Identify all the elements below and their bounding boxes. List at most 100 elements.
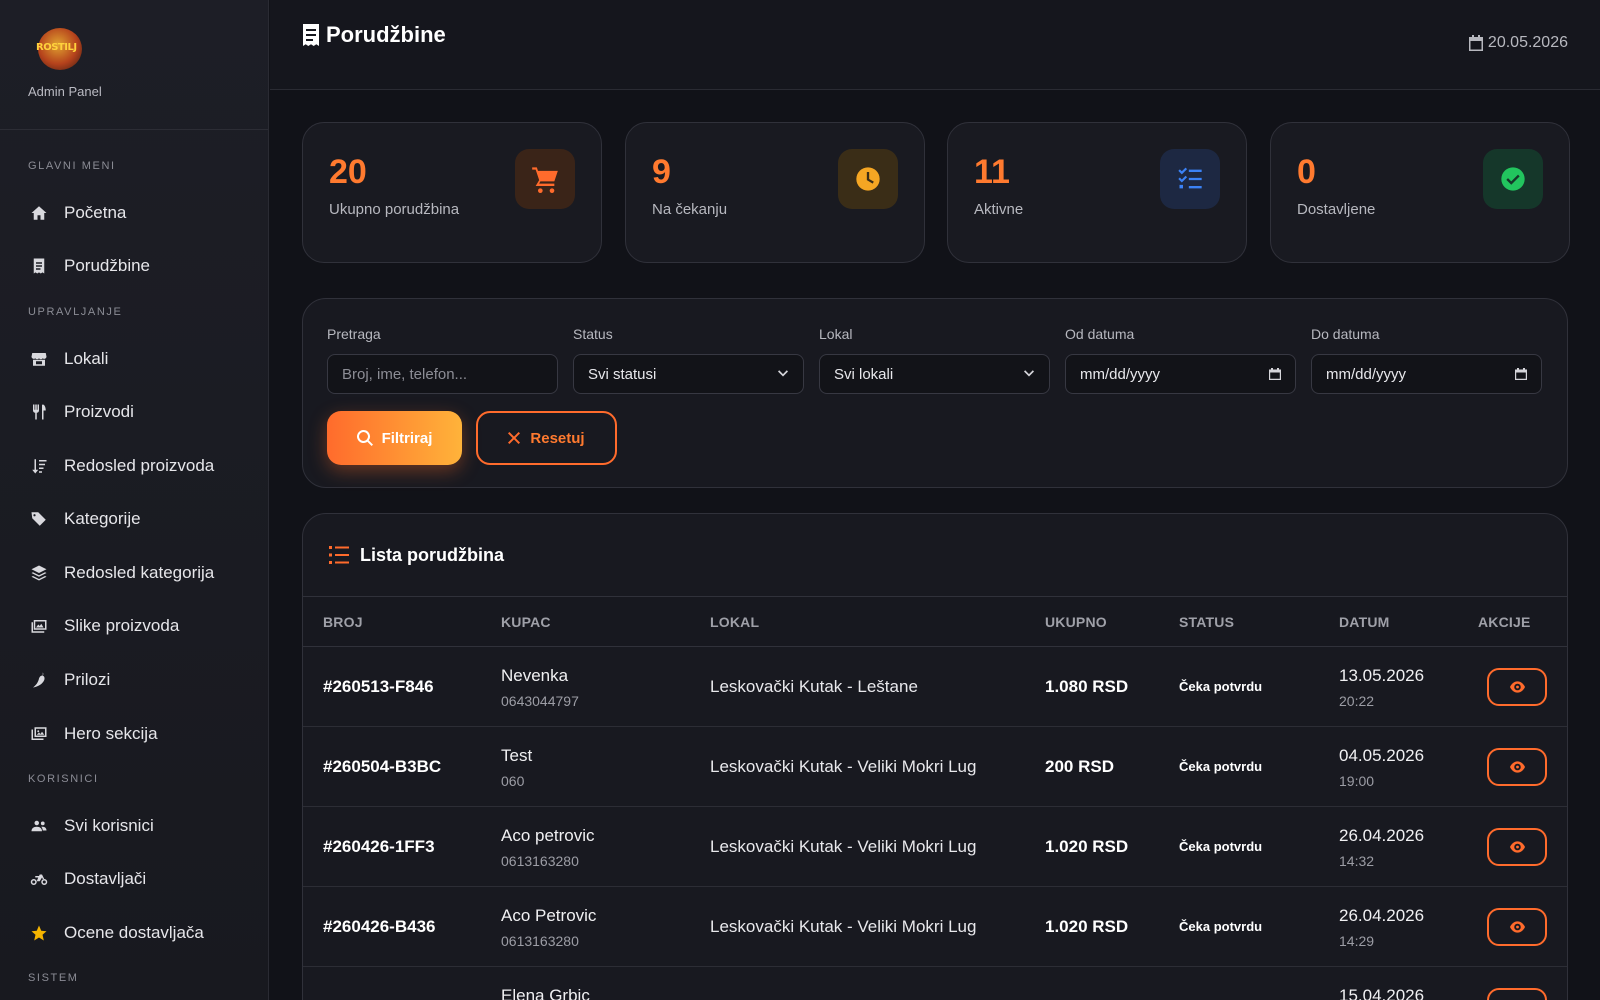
page-title-text: Porudžbine (326, 22, 446, 47)
column-header-datum[interactable]: DATUM (1339, 614, 1390, 630)
location-select[interactable]: Svi lokali (819, 354, 1050, 394)
filter-button[interactable]: Filtriraj (327, 411, 462, 465)
reset-button[interactable]: Resetuj (476, 411, 617, 465)
order-date: 15.04.2026 (1339, 986, 1425, 1000)
status-label: Status (573, 326, 613, 342)
nav-section-users: KORISNICI (28, 773, 99, 785)
list-check-icon (1160, 149, 1220, 209)
customer-phone: 0643044797 (501, 693, 579, 709)
receipt-icon (28, 255, 50, 277)
order-number: #260504-B3BC (323, 757, 442, 776)
order-location: Leskovački Kutak - Leštane (710, 677, 918, 696)
page-title: Porudžbine (302, 22, 446, 48)
topbar: Porudžbine 20.05.2026 (270, 0, 1600, 90)
stat-value: 11 (974, 153, 1010, 191)
sidebar-item-porudzbine[interactable]: Porudžbine (28, 251, 150, 281)
column-header-kupac[interactable]: KUPAC (501, 614, 551, 630)
table-row[interactable]: #260426-B436 Aco Petrovic 0613163280 Les… (303, 887, 1567, 967)
search-input[interactable]: Broj, ime, telefon... (327, 354, 558, 394)
date-to-label: Do datuma (1311, 326, 1380, 342)
sidebar-item-kategorije[interactable]: Kategorije (28, 504, 141, 534)
order-number: #260513-F846 (323, 677, 434, 696)
location-select-value: Svi lokali (834, 365, 894, 383)
calendar-icon (1468, 35, 1483, 51)
current-date: 20.05.2026 (1468, 34, 1568, 52)
logo[interactable]: ROSTILJ (36, 28, 82, 70)
status-group: Status Svi statusi (573, 326, 804, 394)
layers-icon (28, 562, 50, 584)
customer-name: Aco Petrovic (501, 906, 597, 925)
search-placeholder: Broj, ime, telefon... (342, 365, 468, 383)
sidebar-item-hero-sekcija[interactable]: Hero sekcija (28, 719, 158, 749)
search-icon (356, 430, 373, 446)
store-icon (28, 348, 50, 370)
stat-card-total: 20 Ukupno porudžbina (302, 122, 602, 263)
table-row[interactable]: #260513-F846 Nevenka 0643044797 Leskovač… (303, 647, 1567, 727)
table-row[interactable]: Elena Grbic 15.04.2026 (303, 967, 1567, 1000)
nav-section-main: GLAVNI MENI (28, 160, 116, 172)
orders-panel: Lista porudžbina BROJ KUPAC LOKAL UKUPNO… (302, 513, 1568, 1000)
stat-label: Aktivne (974, 201, 1024, 218)
sidebar-item-proizvodi[interactable]: Proizvodi (28, 397, 134, 427)
view-order-button[interactable] (1487, 668, 1547, 706)
sidebar-item-prilozi[interactable]: Prilozi (28, 665, 110, 695)
view-order-button[interactable] (1487, 748, 1547, 786)
order-date: 04.05.2026 (1339, 746, 1425, 765)
sidebar-item-label: Redosled proizvoda (64, 456, 215, 475)
utensils-icon (28, 401, 50, 423)
date-from-group: Od datuma mm/dd/yyyy (1065, 326, 1296, 394)
view-order-button[interactable] (1487, 828, 1547, 866)
filter-button-label: Filtriraj (381, 429, 433, 447)
order-time: 20:22 (1339, 693, 1375, 709)
order-date: 26.04.2026 (1339, 906, 1425, 925)
date-from-label: Od datuma (1065, 326, 1135, 342)
stat-label: Na čekanju (652, 201, 728, 218)
sidebar-item-pocetna[interactable]: Početna (28, 198, 126, 228)
table-row[interactable]: #260504-B3BC Test 060 Leskovački Kutak -… (303, 727, 1567, 807)
order-number: #260426-1FF3 (323, 837, 435, 856)
status-select[interactable]: Svi statusi (573, 354, 804, 394)
customer-name: Nevenka (501, 666, 569, 685)
sidebar-item-redosled-proizvoda[interactable]: Redosled proizvoda (28, 451, 214, 481)
order-location: Leskovački Kutak - Veliki Mokri Lug (710, 757, 977, 776)
table-row[interactable]: #260426-1FF3 Aco petrovic 0613163280 Les… (303, 807, 1567, 887)
column-header-ukupno[interactable]: UKUPNO (1045, 614, 1107, 630)
sidebar-item-ocene-dostavljaca[interactable]: Ocene dostavljača (28, 918, 204, 948)
calendar-icon[interactable] (1515, 368, 1527, 380)
customer-name: Elena Grbic (501, 986, 590, 1000)
status-badge: Čeka potvrdu (1179, 919, 1263, 934)
stat-value: 0 (1297, 153, 1316, 191)
sidebar-item-slike-proizvoda[interactable]: Slike proizvoda (28, 611, 179, 641)
view-order-button[interactable] (1487, 988, 1547, 1000)
list-icon (329, 546, 349, 564)
location-label: Lokal (819, 326, 853, 342)
stat-card-pending: 9 Na čekanju (625, 122, 925, 263)
reset-button-label: Resetuj (530, 429, 585, 447)
customer-name: Test (501, 746, 533, 765)
search-group: Pretraga Broj, ime, telefon... (327, 326, 558, 394)
order-location: Leskovački Kutak - Veliki Mokri Lug (710, 917, 977, 936)
location-group: Lokal Svi lokali (819, 326, 1050, 394)
sidebar-item-redosled-kategorija[interactable]: Redosled kategorija (28, 558, 214, 588)
home-icon (28, 202, 50, 224)
users-icon (28, 815, 50, 837)
sidebar-item-label: Prilozi (64, 670, 111, 689)
sidebar-item-svi-korisnici[interactable]: Svi korisnici (28, 811, 154, 841)
sort-icon (28, 455, 50, 477)
sidebar: ROSTILJ Admin Panel GLAVNI MENI Početna … (0, 0, 269, 1000)
sidebar-item-label: Lokali (64, 349, 109, 368)
column-header-broj[interactable]: BROJ (323, 614, 363, 630)
sidebar-item-dostavljaci[interactable]: Dostavljači (28, 864, 146, 894)
order-total: 1.080 RSD (1045, 677, 1129, 696)
date-to-input[interactable]: mm/dd/yyyy (1311, 354, 1542, 394)
calendar-icon[interactable] (1269, 368, 1281, 380)
sidebar-item-label: Početna (64, 203, 127, 222)
sidebar-item-label: Hero sekcija (64, 724, 158, 743)
sidebar-item-lokali[interactable]: Lokali (28, 344, 108, 374)
photo-icon (28, 723, 50, 745)
customer-phone: 0613163280 (501, 853, 579, 869)
column-header-status[interactable]: STATUS (1179, 614, 1234, 630)
date-from-input[interactable]: mm/dd/yyyy (1065, 354, 1296, 394)
view-order-button[interactable] (1487, 908, 1547, 946)
column-header-lokal[interactable]: LOKAL (710, 614, 759, 630)
